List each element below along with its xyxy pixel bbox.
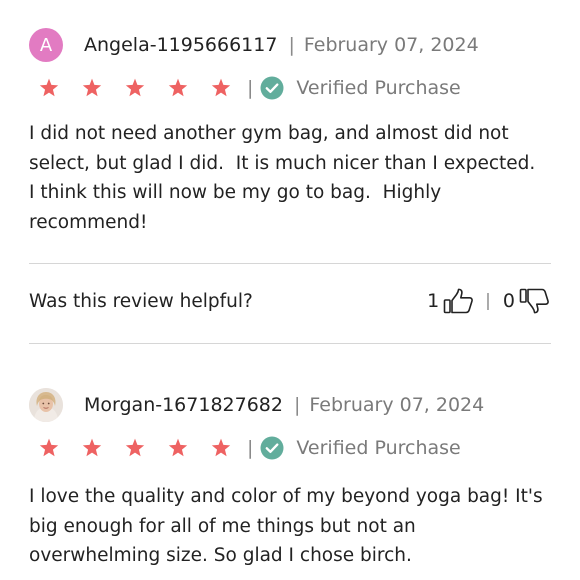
review-author: Morgan-1671827682 [84, 394, 283, 416]
vote-controls: 1 | 0 [427, 287, 551, 315]
rating-separator: | [247, 77, 254, 99]
star-icon [125, 78, 145, 97]
upvote-count: 1 [427, 290, 440, 312]
review-body: I did not need another gym bag, and almo… [29, 123, 548, 233]
thumbs-up-button[interactable]: 1 [427, 287, 475, 315]
review-card: Morgan-1671827682 | February 07, 2024 | … [29, 388, 551, 571]
star-icon [39, 78, 59, 97]
star-icon [168, 438, 188, 457]
rating-row: | Verified Purchase [29, 70, 551, 106]
star-rating [29, 437, 243, 459]
star-icon [211, 78, 231, 97]
verified-purchase-label: Verified Purchase [296, 437, 461, 459]
review-header: Morgan-1671827682 | February 07, 2024 [29, 388, 551, 422]
header-separator: | [293, 394, 301, 416]
header-separator: | [288, 34, 295, 56]
downvote-count: 0 [502, 290, 515, 312]
star-rating [29, 77, 243, 99]
review-card: A Angela-1195666117 | February 07, 2024 … [29, 28, 551, 237]
avatar: A [29, 28, 63, 62]
rating-separator: | [247, 437, 254, 459]
verified-check-icon [260, 76, 284, 100]
review-date: February 07, 2024 [309, 394, 485, 416]
divider [29, 263, 551, 264]
helpful-row: Was this review helpful? 1 | 0 [29, 284, 551, 318]
verified-check-icon [260, 436, 284, 460]
verified-purchase-label: Verified Purchase [296, 77, 461, 99]
helpful-question: Was this review helpful? [29, 290, 253, 312]
thumbs-up-icon [443, 288, 474, 314]
vote-separator: | [485, 291, 491, 311]
rating-row: | Verified Purchase [29, 430, 551, 466]
star-icon [39, 438, 59, 457]
star-icon [168, 78, 188, 97]
review-header: A Angela-1195666117 | February 07, 2024 [29, 28, 551, 62]
star-icon [82, 78, 102, 97]
review-date: February 07, 2024 [303, 34, 479, 56]
star-icon [82, 438, 102, 457]
star-icon [211, 438, 231, 457]
review-body: I love the quality and color of my beyon… [29, 486, 549, 566]
divider [29, 343, 551, 344]
user-photo-avatar [29, 388, 63, 422]
review-author: Angela-1195666117 [84, 34, 278, 56]
thumbs-down-icon [519, 288, 549, 314]
thumbs-down-button[interactable]: 0 [503, 287, 551, 315]
star-icon [125, 438, 145, 457]
